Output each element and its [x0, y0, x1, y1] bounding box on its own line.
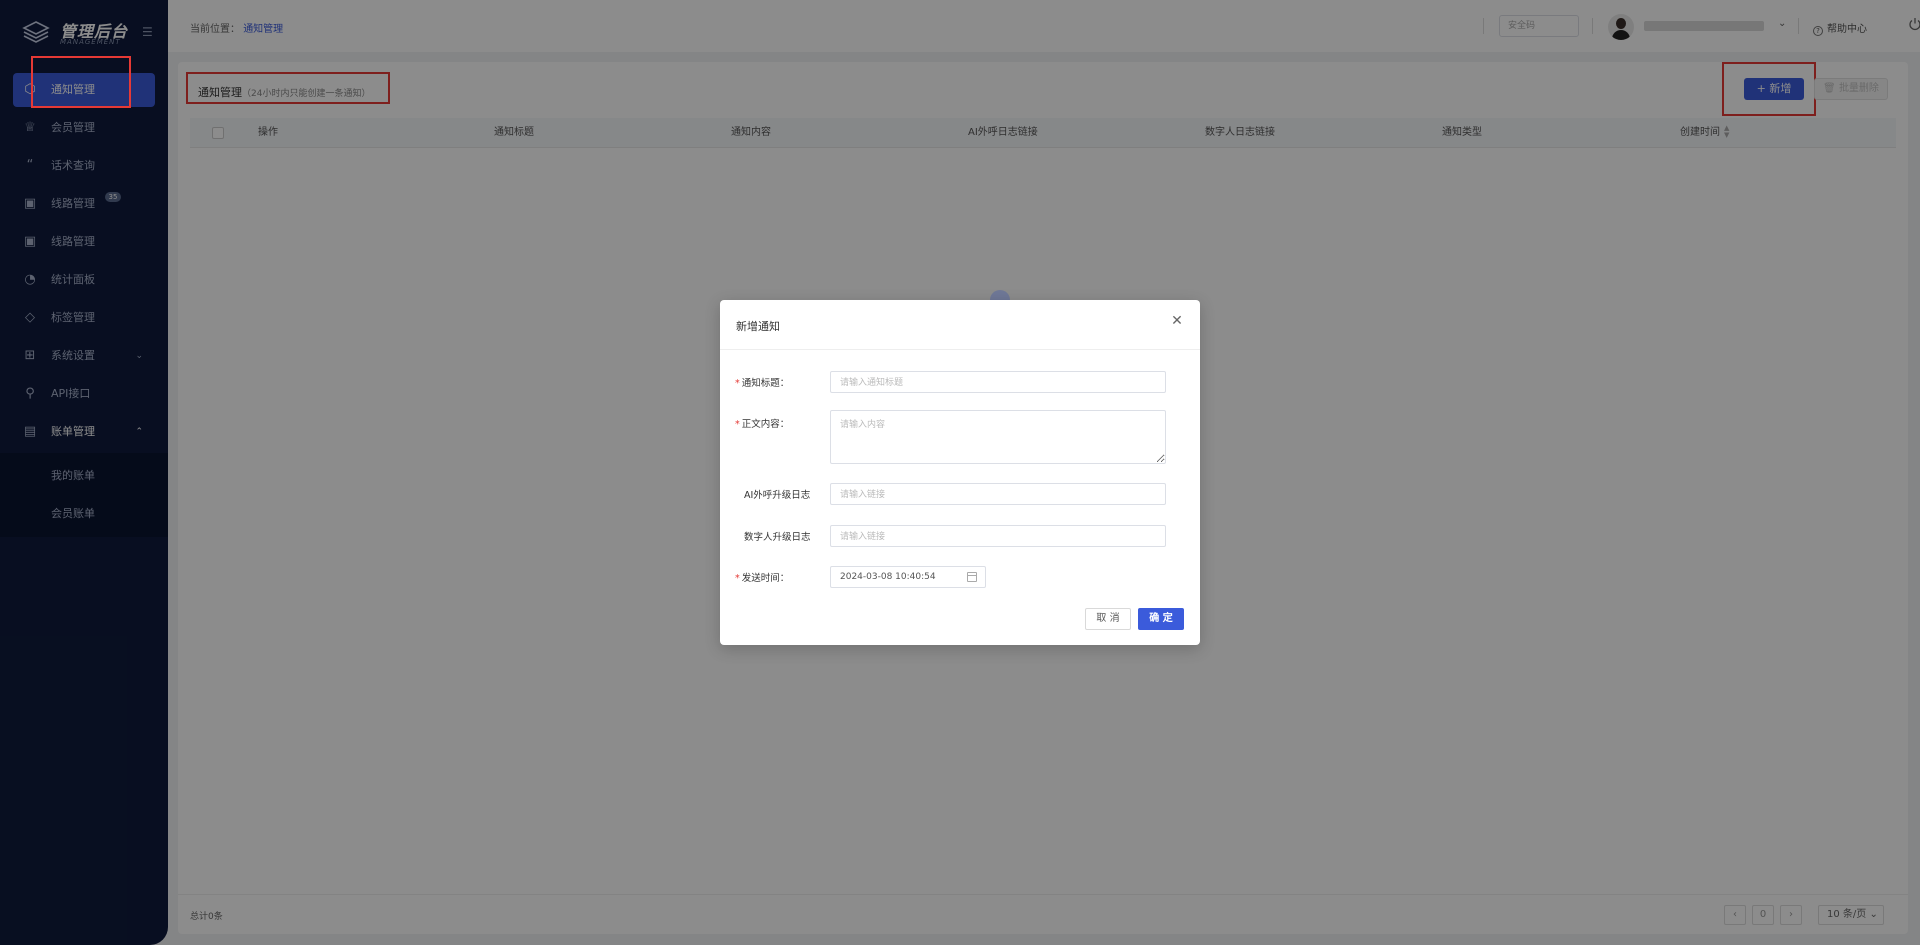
add-notification-dialog: 新增通知 ✕ *通知标题： *正文内容： AI外呼升级日志 数字人升级日志 *发… — [720, 300, 1200, 645]
notification-content-textarea[interactable] — [830, 410, 1166, 464]
digital-human-log-link-input[interactable] — [830, 525, 1166, 547]
field-label: 数字人升级日志 — [744, 532, 811, 543]
highlight-box-sidebar-item — [31, 56, 131, 108]
cancel-button[interactable]: 取 消 — [1085, 608, 1131, 630]
field-label-text: 发送时间： — [741, 573, 790, 584]
required-mark: * — [735, 378, 740, 389]
dialog-header: 新增通知 ✕ — [720, 300, 1200, 350]
confirm-button[interactable]: 确 定 — [1138, 608, 1184, 630]
notification-title-input[interactable] — [830, 371, 1166, 393]
field-label: AI外呼升级日志 — [744, 490, 811, 501]
close-icon[interactable]: ✕ — [1170, 314, 1184, 328]
required-mark: * — [735, 419, 740, 430]
ai-log-link-input[interactable] — [830, 483, 1166, 505]
dialog-title: 新增通知 — [736, 320, 780, 333]
send-time-value: 2024-03-08 10:40:54 — [840, 572, 936, 582]
field-label: * 正文内容： — [735, 416, 815, 430]
send-time-picker[interactable]: 2024-03-08 10:40:54 — [830, 566, 986, 588]
calendar-icon — [967, 572, 977, 582]
required-mark: * — [735, 573, 740, 584]
field-label-text: 正文内容： — [741, 419, 790, 430]
field-label: * 发送时间： — [735, 570, 815, 584]
field-label-text: 通知标题： — [741, 378, 790, 389]
field-label: * 通知标题： — [735, 375, 815, 389]
